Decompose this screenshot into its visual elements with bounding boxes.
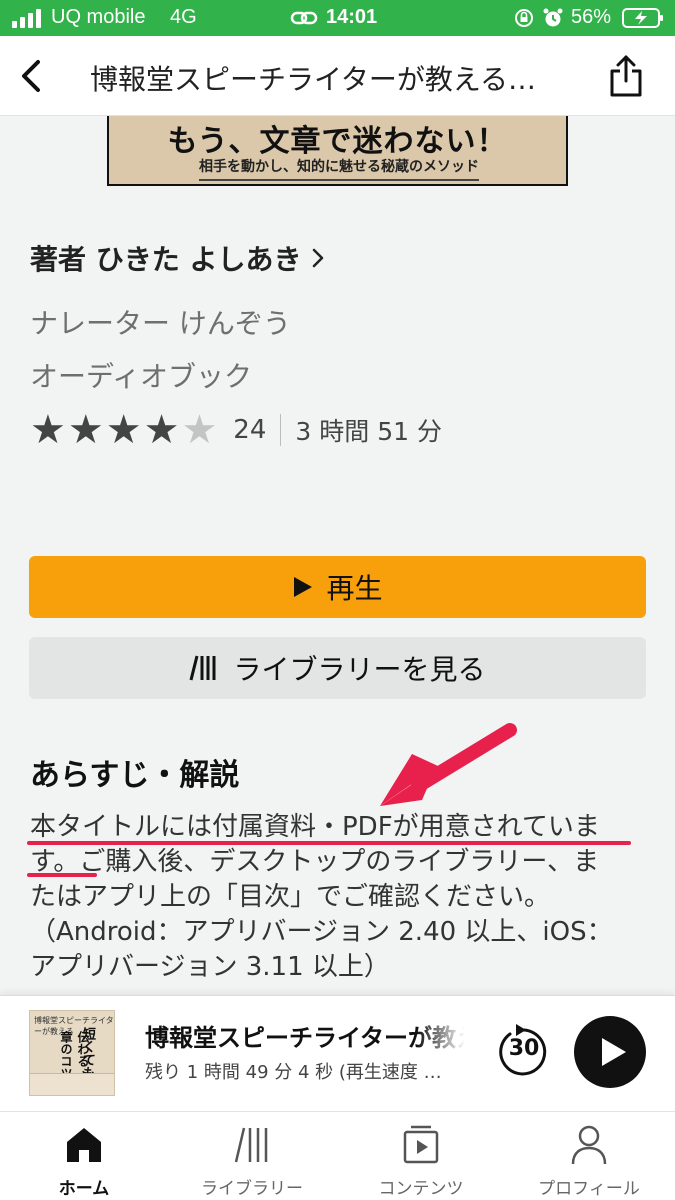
battery-icon	[622, 8, 663, 28]
star-icon: ★	[143, 407, 180, 453]
annotation-underline	[27, 873, 97, 877]
star-icon: ★	[105, 407, 142, 453]
cover-subline: 相手を動かし、知的に魅せる秘蔵のメソッド	[199, 156, 479, 181]
home-icon	[67, 1128, 101, 1162]
tab-profile[interactable]: プロフィール	[505, 1112, 673, 1200]
view-library-button[interactable]: ライブラリーを見る	[29, 637, 646, 699]
mini-play-button[interactable]	[574, 1016, 646, 1088]
skip-seconds: 30	[508, 1036, 540, 1061]
share-icon[interactable]	[606, 54, 646, 98]
play-icon	[294, 577, 313, 597]
tab-label: プロフィール	[538, 1179, 640, 1199]
synopsis-line: す。ご購入後、デスクトップのライブラリー、ま	[30, 847, 600, 877]
now-playing-cover: 博報堂スピーチライターが教える 短くても 伝わる 文章のコツ	[29, 1010, 115, 1096]
play-button[interactable]: 再生	[29, 556, 646, 618]
now-playing-remaining: 残り 1 時間 49 分 4 秒 (再生速度 1.0x)	[145, 1062, 445, 1083]
synopsis-line: たはアプリ上の「目次」でご確認ください。	[30, 882, 551, 912]
tab-library[interactable]: ライブラリー	[168, 1112, 336, 1200]
synopsis-heading: あらすじ・解説	[30, 758, 240, 793]
star-icon: ★	[67, 407, 104, 453]
tab-home[interactable]: ホーム	[0, 1112, 168, 1200]
narrator-label: ナレーター けんぞう	[30, 307, 291, 340]
tab-label: ライブラリー	[201, 1179, 303, 1199]
video-content-icon	[403, 1125, 439, 1164]
signal-icon	[12, 8, 41, 28]
thumb-band	[30, 1073, 114, 1095]
profile-icon	[571, 1125, 607, 1165]
synopsis-line: アプリバージョン 3.11 以上）	[30, 952, 390, 982]
rotation-lock-icon	[515, 9, 533, 27]
library-icon	[190, 655, 216, 681]
tab-label: ホーム	[58, 1179, 110, 1199]
battery-percent: 56%	[571, 6, 612, 28]
annotation-arrow-icon	[380, 723, 517, 806]
rating-row[interactable]: ★ ★ ★ ★ ★ 24 3 時間 51 分	[30, 408, 442, 452]
star-icon: ★	[30, 407, 66, 453]
view-library-label: ライブラリーを見る	[233, 653, 486, 686]
star-rating: ★ ★ ★ ★ ★	[30, 410, 217, 450]
link-icon	[290, 11, 318, 25]
annotation-underline	[27, 841, 631, 845]
tab-contents[interactable]: コンテンツ	[337, 1112, 505, 1200]
play-icon	[602, 1038, 626, 1066]
author-link[interactable]: 著者 ひきた よしあき	[30, 238, 326, 278]
book-cover-image: もう、文章で迷わない！ 相手を動かし、知的に魅せる秘蔵のメソッド	[107, 116, 568, 186]
cover-headline: もう、文章で迷わない！	[167, 124, 508, 159]
synopsis-line: 本タイトルには付属資料・PDFが用意されていま	[30, 812, 600, 842]
alarm-icon	[543, 8, 563, 27]
rating-count: 24	[233, 415, 267, 445]
duration: 3 時間 51 分	[295, 417, 442, 446]
top-nav-bar: 博報堂スピーチライターが教える短くても伝わる文章のコツ	[0, 36, 675, 116]
network-type: 4G	[170, 6, 197, 28]
format-label: オーディオブック	[30, 360, 253, 393]
synopsis-line: （Android：アプリバージョン 2.40 以上、iOS：	[30, 917, 613, 947]
now-playing-title: 博報堂スピーチライターが教える	[145, 1024, 465, 1052]
bottom-tab-bar: ホーム ライブラリー コンテンツ プロフィール	[0, 1111, 675, 1200]
back-chevron-icon[interactable]	[14, 56, 50, 96]
page-title: 博報堂スピーチライターが教える短くても伝わる文章のコツ	[90, 63, 560, 96]
carrier-name: UQ mobile	[51, 6, 146, 28]
divider	[280, 414, 282, 446]
star-icon: ★	[181, 407, 218, 453]
play-button-label: 再生	[326, 572, 383, 605]
mini-player[interactable]: 博報堂スピーチライターが教える 短くても 伝わる 文章のコツ 博報堂スピーチライ…	[0, 995, 675, 1111]
synopsis-text: 本タイトルには付属資料・PDFが用意されていま す。ご購入後、デスクトップのライ…	[30, 810, 650, 985]
status-bar: UQ mobile 4G 14:01 56%	[0, 0, 675, 36]
clock: 14:01	[326, 6, 378, 28]
author-label: 著者 ひきた よしあき	[30, 243, 302, 276]
skip-back-30-button[interactable]: 30	[496, 1022, 552, 1080]
library-icon	[234, 1127, 268, 1163]
chevron-right-icon	[312, 248, 323, 268]
tab-label: コンテンツ	[378, 1179, 464, 1199]
